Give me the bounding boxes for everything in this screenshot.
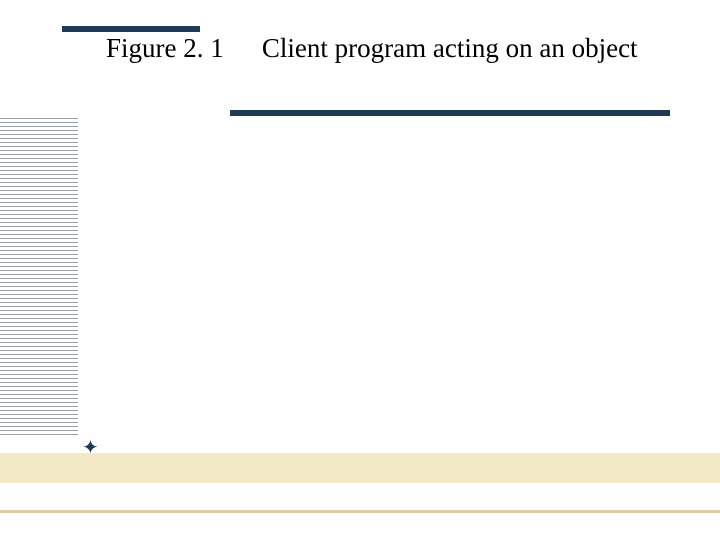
title-underline-rule	[230, 110, 670, 116]
bottom-decor-band	[0, 453, 720, 483]
figure-caption: Client program acting on an object	[245, 32, 655, 64]
figure-number: Figure 2. 1	[106, 32, 238, 64]
left-margin-lines	[0, 118, 78, 448]
bottom-floor-line	[0, 510, 720, 513]
slide-title: Figure 2. 1 Client program acting on an …	[106, 32, 666, 64]
